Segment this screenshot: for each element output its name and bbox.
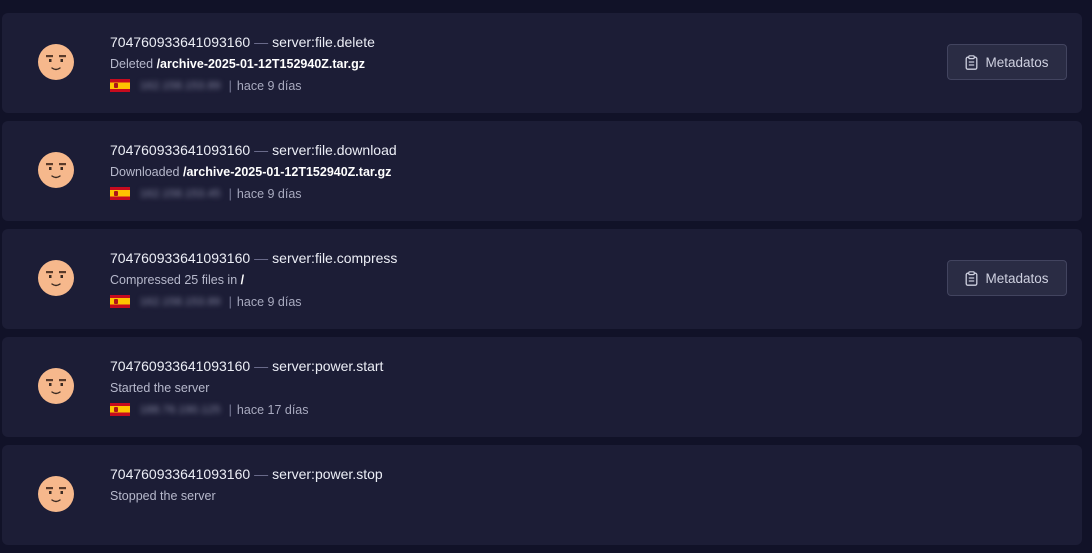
- activity-entry: 704760933641093160— server:file.download …: [2, 121, 1082, 221]
- clipboard-icon: [966, 270, 978, 286]
- entry-user-id: 704760933641093160: [110, 466, 251, 482]
- entry-description-target: /archive-2025-01-12T152940Z.tar.gz: [156, 57, 366, 71]
- entry-event-name: server:file.compress: [272, 250, 398, 266]
- entry-separator: —: [254, 34, 269, 50]
- entry-separator: —: [254, 466, 269, 482]
- entry-event-name: server:file.download: [272, 142, 397, 158]
- clipboard-icon: [966, 54, 978, 70]
- entry-event-name: server:power.start: [272, 358, 384, 374]
- entry-timestamp: hace 9 días: [236, 294, 302, 309]
- entry-user-id: 704760933641093160: [110, 358, 251, 374]
- face-avatar-icon: [38, 260, 74, 296]
- activity-entry: 704760933641093160— server:file.compress …: [2, 229, 1082, 329]
- metadata-button[interactable]: Metadatos: [947, 260, 1067, 296]
- face-avatar-icon: [38, 152, 74, 188]
- entry-separator: —: [254, 358, 269, 374]
- entry-event-name: server:file.delete: [272, 34, 375, 50]
- entry-content: 704760933641093160— server:power.stop Sto…: [110, 466, 383, 504]
- entry-meta-divider: |: [228, 78, 232, 93]
- spain-flag-icon: [110, 187, 130, 200]
- entry-ip-address: 188.76.190.125: [140, 403, 221, 416]
- face-avatar-icon: [38, 476, 74, 512]
- entry-meta-divider: |: [228, 186, 232, 201]
- entry-description-target: /archive-2025-01-12T152940Z.tar.gz: [182, 165, 392, 179]
- entry-timestamp: hace 9 días: [236, 78, 302, 93]
- entry-ip-address: 162.158.153.45: [140, 187, 221, 200]
- entry-meta-divider: |: [228, 402, 232, 417]
- entry-description: Deleted: [110, 57, 157, 71]
- entry-user-id: 704760933641093160: [110, 250, 251, 266]
- entry-description: Downloaded: [110, 165, 183, 179]
- entry-separator: —: [254, 250, 269, 266]
- entry-meta-divider: |: [228, 294, 232, 309]
- metadata-button[interactable]: Metadatos: [947, 44, 1067, 80]
- entry-ip-address: 162.158.153.89: [140, 295, 221, 308]
- face-avatar-icon: [38, 44, 74, 80]
- entry-separator: —: [254, 142, 269, 158]
- entry-event-name: server:power.stop: [272, 466, 383, 482]
- entry-ip-address: 162.158.153.89: [140, 79, 221, 92]
- entry-description-target: /: [240, 273, 245, 287]
- entry-user-id: 704760933641093160: [110, 142, 251, 158]
- entry-description: Started the server: [110, 381, 210, 395]
- entry-description: Compressed 25 files in: [110, 273, 241, 287]
- activity-entry: 704760933641093160— server:file.delete De…: [2, 13, 1082, 113]
- entry-description: Stopped the server: [110, 489, 216, 503]
- metadata-button-label: Metadatos: [985, 270, 1049, 286]
- spain-flag-icon: [110, 79, 130, 92]
- metadata-button-label: Metadatos: [985, 54, 1049, 70]
- entry-content: 704760933641093160— server:file.compress …: [110, 250, 397, 309]
- entry-content: 704760933641093160— server:file.download …: [110, 142, 397, 201]
- entry-content: 704760933641093160— server:file.delete De…: [110, 34, 375, 93]
- activity-log-list: 704760933641093160— server:file.delete De…: [2, 13, 1082, 553]
- entry-user-id: 704760933641093160: [110, 34, 251, 50]
- spain-flag-icon: [110, 295, 130, 308]
- entry-timestamp: hace 9 días: [236, 186, 302, 201]
- entry-content: 704760933641093160— server:power.start St…: [110, 358, 383, 417]
- entry-timestamp: hace 17 días: [236, 402, 309, 417]
- activity-entry: 704760933641093160— server:power.stop Sto…: [2, 445, 1082, 545]
- face-avatar-icon: [38, 368, 74, 404]
- spain-flag-icon: [110, 403, 130, 416]
- activity-entry: 704760933641093160— server:power.start St…: [2, 337, 1082, 437]
